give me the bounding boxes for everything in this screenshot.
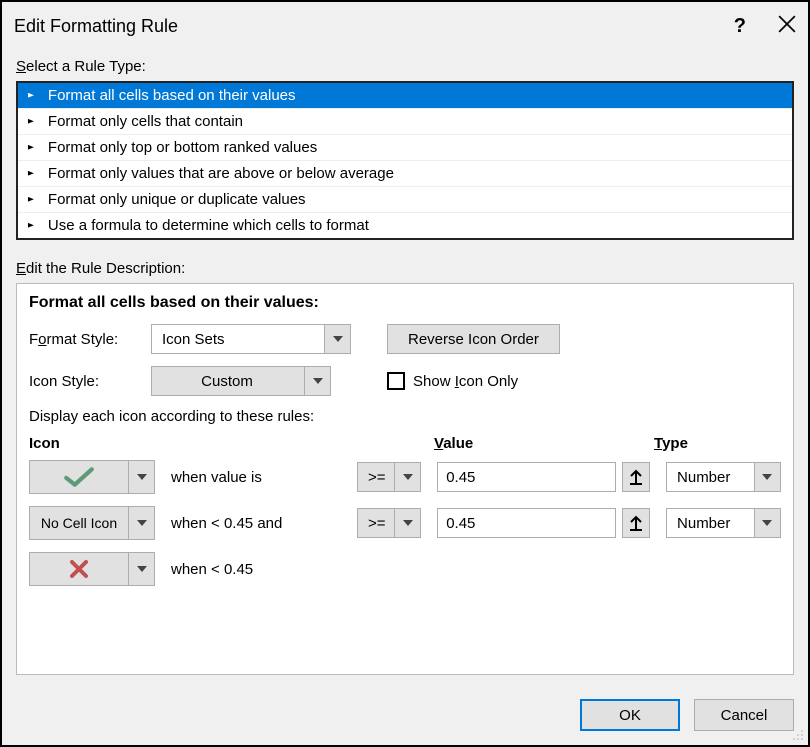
close-icon[interactable] — [778, 15, 796, 38]
green-check-icon — [29, 460, 129, 494]
header-icon: Icon — [29, 435, 434, 452]
chevron-down-icon — [304, 367, 330, 395]
dialog-footer: OK Cancel — [2, 689, 808, 745]
header-type: Type — [654, 435, 781, 452]
edit-rule-description-label: Edit the Rule Description: — [16, 260, 794, 277]
ok-button[interactable]: OK — [580, 699, 680, 731]
help-icon[interactable]: ? — [734, 15, 746, 38]
select-rule-type-label: Select a Rule Type: — [16, 58, 794, 75]
collapse-dialog-icon[interactable] — [622, 508, 650, 538]
titlebar: Edit Formatting Rule ? — [2, 2, 808, 50]
chevron-down-icon — [394, 509, 420, 537]
rule-type-item-1[interactable]: Format only cells that contain — [18, 109, 792, 135]
when-text-2: when < 0.45 and — [171, 515, 351, 532]
operator-select-2[interactable]: >= — [357, 508, 421, 538]
rule-type-item-0[interactable]: Format all cells based on their values — [18, 83, 792, 109]
dialog-title: Edit Formatting Rule — [14, 16, 734, 37]
format-style-select[interactable]: Icon Sets — [151, 324, 351, 354]
rule-row-1: when value is >= 0.45 Number — [29, 460, 781, 494]
no-cell-icon: No Cell Icon — [29, 506, 129, 540]
reverse-icon-order-button[interactable]: Reverse Icon Order — [387, 324, 560, 354]
chevron-down-icon — [394, 463, 420, 491]
format-style-label: Format Style: — [29, 331, 139, 348]
chevron-down-icon — [129, 460, 155, 494]
chevron-down-icon — [129, 506, 155, 540]
resize-grip-icon[interactable] — [790, 727, 804, 741]
display-rules-text: Display each icon according to these rul… — [29, 408, 781, 425]
icon-picker-1[interactable] — [29, 460, 155, 494]
show-icon-only-label: Show Icon Only — [413, 373, 518, 390]
cancel-button[interactable]: Cancel — [694, 699, 794, 731]
chevron-down-icon — [129, 552, 155, 586]
value-input-1[interactable]: 0.45 — [437, 462, 616, 492]
type-select-1[interactable]: Number — [666, 462, 781, 492]
show-icon-only-checkbox[interactable]: Show Icon Only — [387, 372, 518, 390]
icon-picker-2[interactable]: No Cell Icon — [29, 506, 155, 540]
chevron-down-icon — [754, 509, 780, 537]
when-text-3: when < 0.45 — [171, 561, 253, 578]
checkbox-icon — [387, 372, 405, 390]
when-text-1: when value is — [171, 469, 351, 486]
value-input-2[interactable]: 0.45 — [437, 508, 616, 538]
red-x-icon — [29, 552, 129, 586]
edit-formatting-rule-dialog: Edit Formatting Rule ? Select a Rule Typ… — [0, 0, 810, 747]
operator-select-1[interactable]: >= — [357, 462, 421, 492]
type-select-2[interactable]: Number — [666, 508, 781, 538]
rule-row-2: No Cell Icon when < 0.45 and >= 0.45 Num… — [29, 506, 781, 540]
icon-picker-3[interactable] — [29, 552, 155, 586]
rule-type-item-4[interactable]: Format only unique or duplicate values — [18, 187, 792, 213]
rules-header-row: Icon Value Type — [29, 435, 781, 452]
rule-type-item-3[interactable]: Format only values that are above or bel… — [18, 161, 792, 187]
icon-style-select[interactable]: Custom — [151, 366, 331, 396]
rule-type-list[interactable]: Format all cells based on their values F… — [16, 81, 794, 240]
header-value: Value — [434, 435, 654, 452]
chevron-down-icon — [324, 325, 350, 353]
rule-type-item-2[interactable]: Format only top or bottom ranked values — [18, 135, 792, 161]
chevron-down-icon — [754, 463, 780, 491]
rule-description-panel: Format all cells based on their values: … — [16, 283, 794, 675]
rule-type-item-5[interactable]: Use a formula to determine which cells t… — [18, 213, 792, 238]
panel-title: Format all cells based on their values: — [29, 294, 781, 312]
rule-row-3: when < 0.45 — [29, 552, 781, 586]
collapse-dialog-icon[interactable] — [622, 462, 650, 492]
icon-style-label: Icon Style: — [29, 373, 139, 390]
